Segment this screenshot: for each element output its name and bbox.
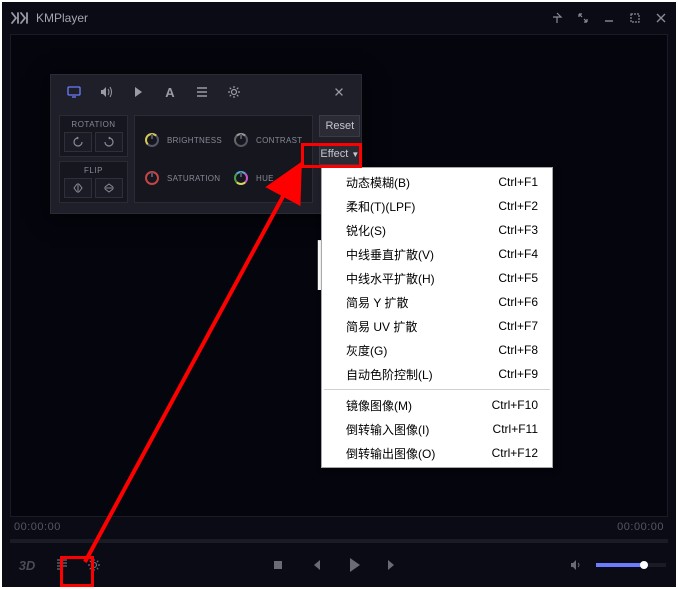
effect-button[interactable]: Effect▼ [319, 143, 360, 165]
context-menu-item[interactable]: 简易 Y 扩散Ctrl+F6 [322, 290, 552, 314]
menu-item-shortcut: Ctrl+F12 [492, 446, 538, 460]
menu-item-shortcut: Ctrl+F2 [498, 199, 538, 213]
menu-item-shortcut: Ctrl+F8 [498, 343, 538, 357]
effect-context-menu: 动态模糊(B)Ctrl+F1柔和(T)(LPF)Ctrl+F2锐化(S)Ctrl… [321, 167, 553, 468]
menu-item-shortcut: Ctrl+F5 [498, 271, 538, 285]
time-elapsed: 00:00:00 [14, 521, 61, 533]
brightness-knob[interactable]: BRIGHTNESS [145, 124, 222, 156]
app-window: KMPlayer K A ROTATION [2, 2, 676, 587]
chevron-down-icon: ▼ [351, 150, 359, 159]
seek-bar[interactable] [10, 539, 668, 543]
pin-icon[interactable] [550, 11, 564, 25]
flip-label: FLIP [64, 166, 123, 175]
menu-item-label: 中线垂直扩散(V) [346, 246, 498, 263]
effects-panel-tabs: A [51, 75, 361, 109]
menu-item-label: 动态模糊(B) [346, 174, 498, 191]
volume-slider[interactable] [596, 563, 666, 567]
rotate-ccw-button[interactable] [64, 132, 92, 152]
close-icon[interactable] [654, 11, 668, 25]
menu-item-shortcut: Ctrl+F9 [498, 367, 538, 381]
tab-list-icon[interactable] [187, 77, 217, 107]
flip-section: FLIP [59, 161, 128, 203]
menu-item-shortcut: Ctrl+F3 [498, 223, 538, 237]
menu-item-shortcut: Ctrl+F6 [498, 295, 538, 309]
context-menu-item[interactable]: 灰度(G)Ctrl+F8 [322, 338, 552, 362]
menu-item-label: 中线水平扩散(H) [346, 270, 498, 287]
context-menu-item[interactable]: 倒转输入图像(I)Ctrl+F11 [322, 417, 552, 441]
rotate-cw-button[interactable] [95, 132, 123, 152]
stop-icon[interactable] [266, 553, 290, 577]
menu-item-label: 自动色阶控制(L) [346, 366, 498, 383]
effects-panel-close-icon[interactable] [325, 78, 353, 106]
hue-knob[interactable]: HUE [234, 162, 302, 194]
menu-item-label: 倒转输入图像(I) [346, 421, 493, 438]
effects-panel: A ROTATION FLIP [50, 74, 362, 214]
maximize-icon[interactable] [628, 11, 642, 25]
bottom-bar: 00:00:00 00:00:00 3D [2, 517, 676, 587]
app-logo-icon [10, 11, 30, 25]
effects-panel-body: ROTATION FLIP BRIGHTNESS CONTRAST [51, 109, 361, 213]
menu-item-shortcut: Ctrl+F11 [493, 422, 538, 436]
reset-button[interactable]: Reset [319, 115, 360, 137]
3d-button[interactable]: 3D [12, 554, 42, 576]
context-menu-item[interactable]: 简易 UV 扩散Ctrl+F7 [322, 314, 552, 338]
tab-volume-icon[interactable] [91, 77, 121, 107]
menu-item-label: 柔和(T)(LPF) [346, 198, 498, 215]
tab-screen-icon[interactable] [59, 77, 89, 107]
contrast-knob[interactable]: CONTRAST [234, 124, 302, 156]
menu-item-shortcut: Ctrl+F1 [498, 175, 538, 189]
minimize-icon[interactable] [602, 11, 616, 25]
menu-item-label: 灰度(G) [346, 342, 498, 359]
context-menu-item[interactable]: 倒转输出图像(O)Ctrl+F12 [322, 441, 552, 465]
settings-gear-icon[interactable] [82, 553, 106, 577]
app-title: KMPlayer [36, 11, 88, 25]
tab-play-icon[interactable] [123, 77, 153, 107]
volume-icon[interactable] [564, 553, 588, 577]
context-menu-item[interactable]: 柔和(T)(LPF)Ctrl+F2 [322, 194, 552, 218]
time-remaining: 00:00:00 [617, 521, 664, 533]
tab-font-icon[interactable]: A [155, 77, 185, 107]
flip-horizontal-button[interactable] [64, 178, 92, 198]
flip-vertical-button[interactable] [95, 178, 123, 198]
menu-item-label: 锐化(S) [346, 222, 498, 239]
context-menu-item[interactable]: 中线垂直扩散(V)Ctrl+F4 [322, 242, 552, 266]
context-menu-item[interactable]: 镜像图像(M)Ctrl+F10 [322, 393, 552, 417]
saturation-knob[interactable]: SATURATION [145, 162, 222, 194]
context-menu-item[interactable]: 自动色阶控制(L)Ctrl+F9 [322, 362, 552, 386]
volume-area [564, 553, 666, 577]
context-menu-item[interactable]: 锐化(S)Ctrl+F3 [322, 218, 552, 242]
menu-separator [324, 389, 550, 390]
tab-settings-icon[interactable] [219, 77, 249, 107]
menu-item-label: 简易 UV 扩散 [346, 318, 498, 335]
context-menu-item[interactable]: 动态模糊(B)Ctrl+F1 [322, 170, 552, 194]
menu-item-shortcut: Ctrl+F4 [498, 247, 538, 261]
next-icon[interactable] [380, 553, 404, 577]
prev-icon[interactable] [304, 553, 328, 577]
menu-item-shortcut: Ctrl+F7 [498, 319, 538, 333]
playlist-icon[interactable] [50, 553, 74, 577]
window-controls [550, 11, 668, 25]
menu-item-label: 倒转输出图像(O) [346, 445, 492, 462]
rotation-label: ROTATION [64, 120, 123, 129]
menu-item-label: 镜像图像(M) [346, 397, 492, 414]
play-icon[interactable] [342, 553, 366, 577]
context-menu-item[interactable]: 中线水平扩散(H)Ctrl+F5 [322, 266, 552, 290]
menu-item-label: 简易 Y 扩散 [346, 294, 498, 311]
compact-icon[interactable] [576, 11, 590, 25]
rotation-section: ROTATION [59, 115, 128, 157]
menu-item-shortcut: Ctrl+F10 [492, 398, 538, 412]
title-bar: KMPlayer [2, 2, 676, 34]
knobs-grid: BRIGHTNESS CONTRAST SATURATION HUE [134, 115, 313, 203]
